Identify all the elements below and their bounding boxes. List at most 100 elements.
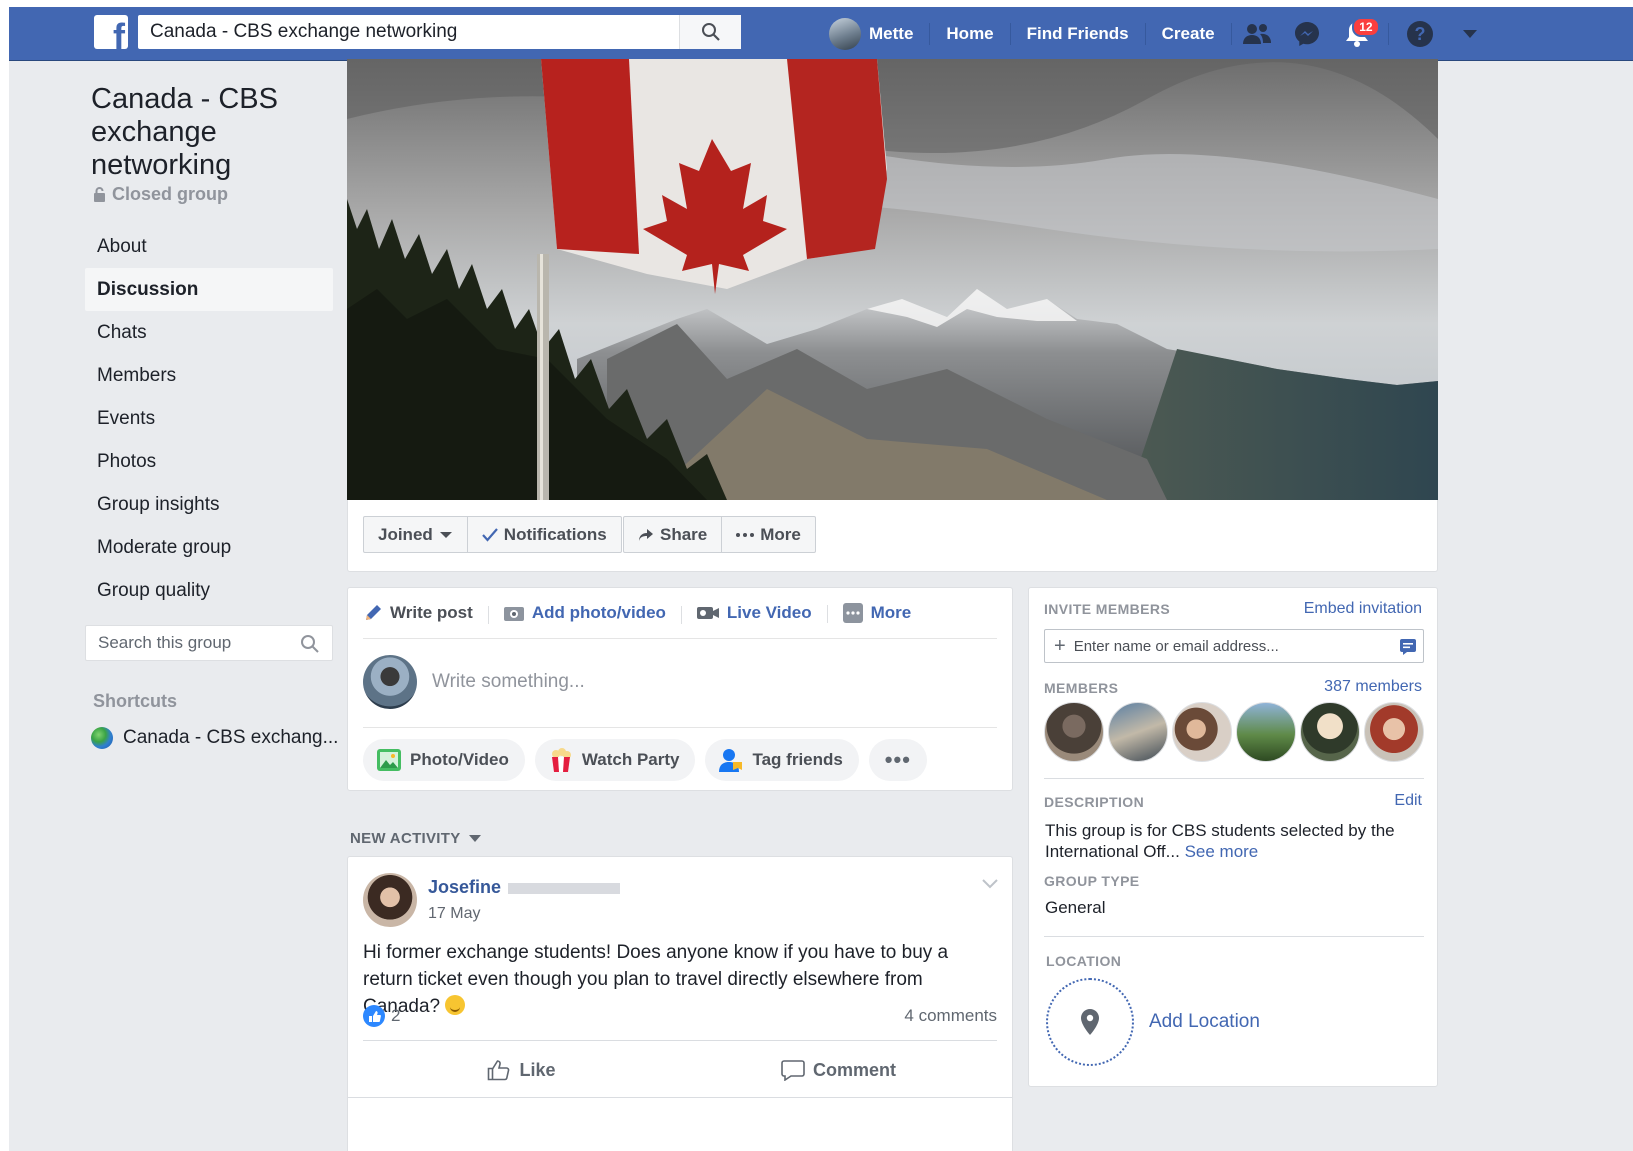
like-button[interactable]: Like: [363, 1050, 680, 1090]
add-location-circle[interactable]: [1046, 978, 1134, 1066]
new-activity-sort[interactable]: NEW ACTIVITY: [350, 830, 481, 847]
tag-friends-button[interactable]: Tag friends: [705, 739, 859, 781]
message-icon[interactable]: [1399, 638, 1417, 656]
group-title[interactable]: Canada - CBS exchange networking: [91, 83, 321, 182]
divider: [1044, 778, 1424, 779]
messenger-button[interactable]: [1290, 17, 1324, 51]
profile-link[interactable]: Mette: [829, 7, 929, 61]
nav-item-about[interactable]: About: [85, 225, 333, 268]
post-actions: Like Comment: [363, 1050, 997, 1090]
group-action-bar: Joined Notifications Share More: [347, 500, 1438, 572]
member-avatar[interactable]: [1364, 702, 1424, 762]
find-friends-link[interactable]: Find Friends: [1011, 7, 1145, 61]
account-menu-button[interactable]: [1453, 17, 1487, 51]
author-avatar[interactable]: [363, 873, 417, 927]
cover-photo-image: [347, 59, 1438, 500]
location-heading: LOCATION: [1046, 953, 1122, 969]
edit-description-link[interactable]: Edit: [1394, 792, 1422, 810]
help-button[interactable]: ?: [1403, 17, 1437, 51]
redacted-text: [508, 883, 620, 894]
tab-more[interactable]: More: [826, 602, 927, 624]
invite-field: +: [1044, 629, 1424, 663]
notifications-button[interactable]: 12: [1340, 17, 1380, 51]
members-heading: MEMBERS: [1044, 680, 1119, 696]
pill-label: Watch Party: [581, 750, 680, 769]
create-link[interactable]: Create: [1146, 7, 1231, 61]
group-search-input[interactable]: [86, 626, 286, 660]
chevron-down-icon[interactable]: [982, 879, 998, 889]
map-pin-icon: [1081, 1009, 1099, 1035]
see-more-link[interactable]: See more: [1185, 842, 1259, 861]
feed-post: Josefine 17 May Hi former exchange stude…: [347, 856, 1013, 1151]
nav-item-group-quality[interactable]: Group quality: [85, 569, 333, 612]
member-avatar[interactable]: [1172, 702, 1232, 762]
pencil-icon: [366, 605, 381, 620]
composer-input[interactable]: Write something...: [432, 671, 585, 693]
nav-item-photos[interactable]: Photos: [85, 440, 333, 483]
joined-label: Joined: [378, 524, 433, 544]
popcorn-icon: [551, 748, 571, 772]
more-options-button[interactable]: •••: [868, 739, 927, 781]
membership-buttons: Joined Notifications: [363, 516, 622, 553]
lock-icon: [94, 187, 105, 202]
add-location-link[interactable]: Add Location: [1149, 1011, 1260, 1033]
watch-party-button[interactable]: Watch Party: [534, 739, 696, 781]
comment-button[interactable]: Comment: [680, 1050, 997, 1090]
dropdown-arrow-icon: [1462, 30, 1477, 38]
nav-item-moderate-group[interactable]: Moderate group: [85, 526, 333, 569]
tag-friends-icon: [719, 749, 743, 772]
tab-live-video[interactable]: Live Video: [680, 603, 827, 624]
members-count-link[interactable]: 387 members: [1324, 678, 1422, 696]
top-bar: f Mette Home Find Friends Create: [9, 7, 1633, 61]
share-button[interactable]: Share: [624, 517, 721, 552]
nav-item-chats[interactable]: Chats: [85, 311, 333, 354]
post-date[interactable]: 17 May: [428, 905, 480, 923]
checkmark-icon: [481, 527, 498, 542]
tab-add-photo-video[interactable]: Add photo/video: [487, 603, 681, 624]
search-button[interactable]: [679, 15, 741, 49]
tab-label: Live Video: [726, 603, 812, 622]
friend-requests-button[interactable]: [1240, 17, 1274, 51]
invite-input[interactable]: [1073, 637, 1394, 655]
joined-button[interactable]: Joined: [364, 517, 467, 552]
notifications-button[interactable]: Notifications: [466, 517, 621, 552]
caret-down-icon: [468, 834, 481, 842]
home-link[interactable]: Home: [930, 7, 1009, 61]
member-avatar[interactable]: [1236, 702, 1296, 762]
tab-write-post[interactable]: Write post: [363, 603, 488, 623]
composer-avatar: [363, 655, 417, 709]
photo-video-button[interactable]: Photo/Video: [363, 739, 525, 781]
nav-item-group-insights[interactable]: Group insights: [85, 483, 333, 526]
comment-count[interactable]: 4 comments: [904, 1006, 997, 1026]
cover-photo[interactable]: [347, 59, 1438, 500]
more-button[interactable]: More: [721, 517, 815, 552]
camera-icon: [503, 607, 524, 621]
embed-invitation-link[interactable]: Embed invitation: [1304, 600, 1422, 618]
group-type-heading: GROUP TYPE: [1044, 873, 1140, 889]
group-privacy: Closed group: [93, 184, 228, 205]
pill-label: Photo/Video: [410, 750, 509, 769]
author-name[interactable]: Josefine: [428, 877, 501, 898]
group-info-panel: INVITE MEMBERS Embed invitation + MEMBER…: [1028, 587, 1438, 1087]
shortcuts-heading: Shortcuts: [93, 691, 178, 711]
tab-label: Add photo/video: [531, 603, 666, 622]
member-avatar[interactable]: [1300, 702, 1360, 762]
photo-icon: [377, 749, 401, 771]
group-type-value: General: [1045, 898, 1106, 917]
like-reaction-icon: [363, 1005, 385, 1027]
nav-item-discussion[interactable]: Discussion: [85, 268, 333, 311]
member-avatar[interactable]: [1108, 702, 1168, 762]
divider: [1044, 936, 1424, 937]
composer-options: Photo/Video Watch Party Tag friends •••: [363, 739, 937, 781]
search-icon[interactable]: [300, 634, 320, 654]
nav-item-events[interactable]: Events: [85, 397, 333, 440]
global-search-input[interactable]: [138, 15, 681, 49]
member-avatar[interactable]: [1044, 702, 1104, 762]
comment-label: Comment: [812, 1059, 896, 1080]
shortcut-item[interactable]: Canada - CBS exchang...: [91, 727, 338, 749]
more-box-icon: [842, 603, 863, 623]
new-activity-label: NEW ACTIVITY: [350, 830, 461, 847]
nav-item-members[interactable]: Members: [85, 354, 333, 397]
reaction-summary[interactable]: 2: [363, 1005, 400, 1027]
facebook-logo[interactable]: f: [94, 15, 128, 49]
